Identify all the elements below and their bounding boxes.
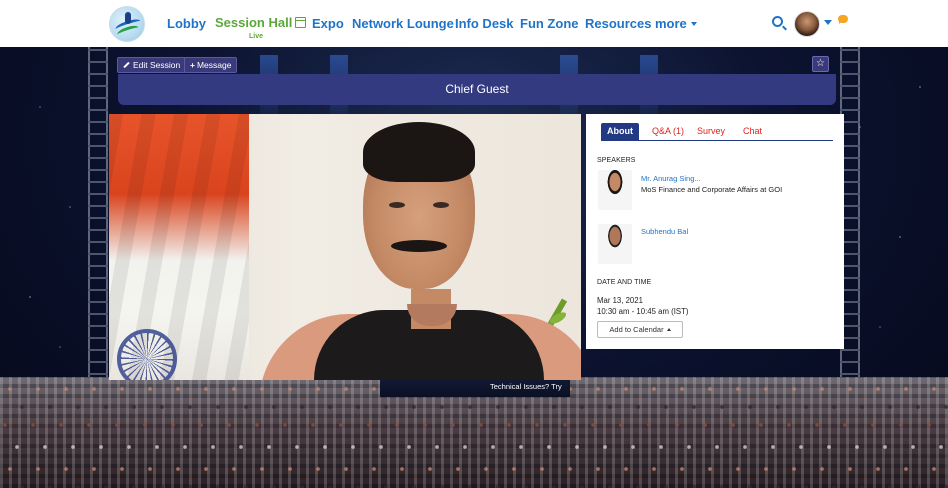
speaker-photo[interactable] bbox=[598, 170, 632, 210]
session-title: Chief Guest bbox=[118, 74, 836, 105]
edit-session-label: Edit Session bbox=[133, 60, 181, 70]
calendar-icon bbox=[295, 17, 307, 28]
speakers-label: SPEAKERS bbox=[597, 157, 636, 164]
chat-bubble-icon[interactable] bbox=[838, 15, 848, 24]
speaker-hair bbox=[363, 122, 475, 182]
nav-more[interactable]: more bbox=[655, 16, 697, 31]
nav-more-label: more bbox=[655, 16, 687, 31]
edit-session-button[interactable]: Edit Session bbox=[117, 57, 187, 73]
tab-about[interactable]: About bbox=[601, 123, 639, 140]
pencil-icon bbox=[123, 61, 130, 69]
tab-underline bbox=[601, 140, 833, 141]
session-info-panel: About Q&A (1) Survey Chat SPEAKERS Mr. A… bbox=[586, 114, 844, 349]
avatar[interactable] bbox=[794, 11, 820, 37]
nav-network-lounge[interactable]: Network Lounge bbox=[352, 16, 454, 31]
technical-issues-link[interactable]: Technical Issues? Try bbox=[490, 382, 562, 391]
nav-info-desk[interactable]: Info Desk bbox=[455, 16, 514, 31]
speaker-mustache bbox=[391, 240, 447, 252]
session-date: Mar 13, 2021 bbox=[597, 296, 643, 305]
top-navigation: Lobby Session Hall Live Expo Network Lou… bbox=[0, 0, 948, 47]
nav-lobby[interactable]: Lobby bbox=[167, 16, 206, 31]
add-to-calendar-label: Add to Calendar bbox=[609, 325, 664, 334]
star-icon: ☆ bbox=[816, 58, 825, 69]
nav-session-hall-live: Live bbox=[249, 33, 264, 40]
event-logo[interactable] bbox=[109, 6, 145, 42]
speaker-role: MoS Finance and Corporate Affairs at GOI bbox=[641, 185, 783, 194]
message-label: Message bbox=[196, 60, 232, 70]
tab-chat[interactable]: Chat bbox=[743, 123, 762, 140]
favorite-button[interactable]: ☆ bbox=[812, 56, 829, 72]
speaker-photo[interactable] bbox=[598, 224, 632, 264]
add-to-calendar-button[interactable]: Add to Calendar bbox=[597, 321, 683, 338]
tab-survey[interactable]: Survey bbox=[697, 123, 725, 140]
stage-truss-left bbox=[88, 47, 108, 387]
search-icon[interactable] bbox=[772, 16, 783, 27]
nav-resources[interactable]: Resources bbox=[585, 16, 651, 31]
video-player[interactable] bbox=[109, 114, 581, 380]
date-time-label: DATE AND TIME bbox=[597, 279, 652, 286]
logo-figure bbox=[125, 12, 131, 24]
ashoka-chakra bbox=[117, 329, 177, 380]
nav-session-hall-label: Session Hall bbox=[215, 15, 293, 30]
chevron-down-icon bbox=[690, 22, 697, 26]
tab-qa[interactable]: Q&A (1) bbox=[652, 123, 684, 140]
session-time: 10:30 am - 10:45 am (IST) bbox=[597, 307, 689, 316]
speaker-eye bbox=[389, 202, 405, 208]
speaker-name[interactable]: Mr. Anurag Sing... bbox=[641, 174, 701, 183]
nav-session-hall[interactable]: Session Hall bbox=[215, 15, 307, 30]
speaker-eye bbox=[433, 202, 449, 208]
nav-expo[interactable]: Expo bbox=[312, 16, 344, 31]
speaker-name[interactable]: Subhendu Bal bbox=[641, 227, 688, 236]
caret-up-icon bbox=[666, 328, 671, 331]
chevron-down-icon[interactable] bbox=[824, 20, 832, 25]
nav-fun-zone[interactable]: Fun Zone bbox=[520, 16, 579, 31]
plus-icon: + bbox=[190, 60, 195, 70]
message-button[interactable]: + Message bbox=[184, 57, 238, 73]
